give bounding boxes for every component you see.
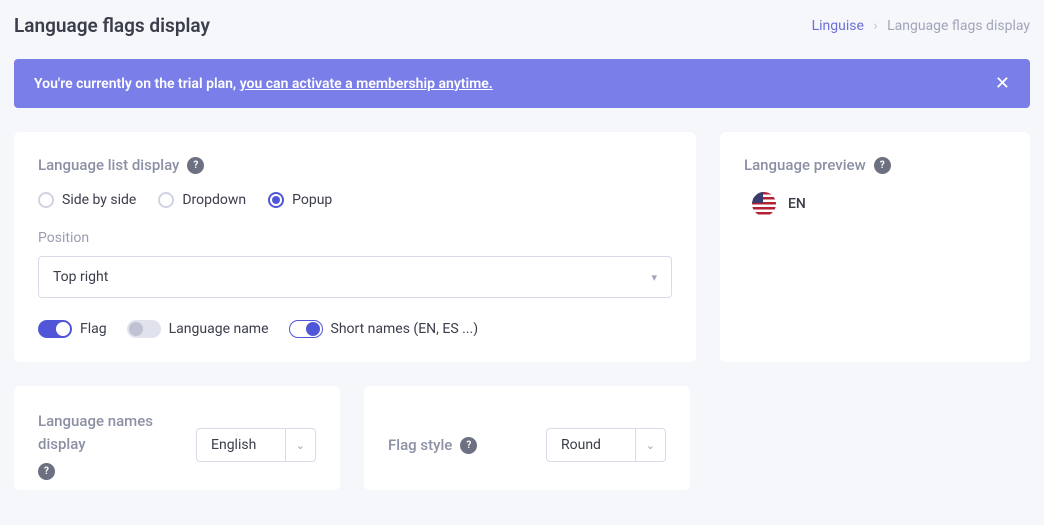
radio-icon	[38, 192, 54, 208]
toggle-short-names-label: Short names (EN, ES ...)	[331, 321, 479, 337]
banner-activate-link[interactable]: you can activate a membership anytime.	[240, 76, 493, 92]
flag-style-card: Flag style ? Round ⌄	[364, 386, 690, 490]
section-title-flag-style: Flag style	[388, 434, 452, 457]
radio-dropdown[interactable]: Dropdown	[158, 192, 246, 208]
help-icon[interactable]: ?	[38, 463, 55, 480]
preview-flag-item[interactable]: EN	[752, 192, 1006, 216]
preview-language-code: EN	[788, 196, 806, 212]
flag-style-select[interactable]: Round ⌄	[546, 428, 666, 462]
position-select[interactable]: Top right ▾	[38, 256, 672, 298]
language-names-display-card: Language names display ? English ⌄	[14, 386, 340, 490]
radio-icon	[268, 192, 284, 208]
section-title-names-display: Language names display	[38, 410, 178, 455]
help-icon[interactable]: ?	[460, 437, 477, 454]
toggle-language-name[interactable]	[127, 320, 161, 338]
section-title-preview: Language preview	[744, 156, 866, 174]
position-label: Position	[38, 230, 672, 246]
close-icon[interactable]: ✕	[995, 73, 1010, 94]
trial-banner: You're currently on the trial plan, you …	[14, 59, 1030, 108]
language-preview-card: Language preview ? EN	[720, 132, 1030, 362]
toggle-language-name-label: Language name	[169, 321, 269, 337]
banner-text: You're currently on the trial plan,	[34, 76, 240, 92]
breadcrumb: Linguise › Language flags display	[812, 18, 1030, 34]
toggle-short-names[interactable]	[289, 320, 323, 338]
language-list-display-card: Language list display ? Side by side Dro…	[14, 132, 696, 362]
toggle-flag-label: Flag	[80, 321, 107, 337]
chevron-down-icon: ⌄	[636, 431, 665, 460]
radio-popup[interactable]: Popup	[268, 192, 332, 208]
toggle-flag[interactable]	[38, 320, 72, 338]
breadcrumb-current: Language flags display	[887, 18, 1030, 34]
page-title: Language flags display	[14, 14, 210, 37]
chevron-down-icon: ▾	[651, 271, 657, 284]
breadcrumb-link-linguise[interactable]: Linguise	[812, 18, 864, 34]
chevron-down-icon: ⌄	[286, 431, 315, 460]
radio-icon	[158, 192, 174, 208]
help-icon[interactable]: ?	[874, 157, 891, 174]
radio-side-by-side[interactable]: Side by side	[38, 192, 136, 208]
chevron-right-icon: ›	[873, 18, 877, 34]
flag-us-icon	[752, 192, 776, 216]
help-icon[interactable]: ?	[187, 157, 204, 174]
language-names-select[interactable]: English ⌄	[196, 428, 316, 462]
section-title-display: Language list display	[38, 156, 179, 174]
